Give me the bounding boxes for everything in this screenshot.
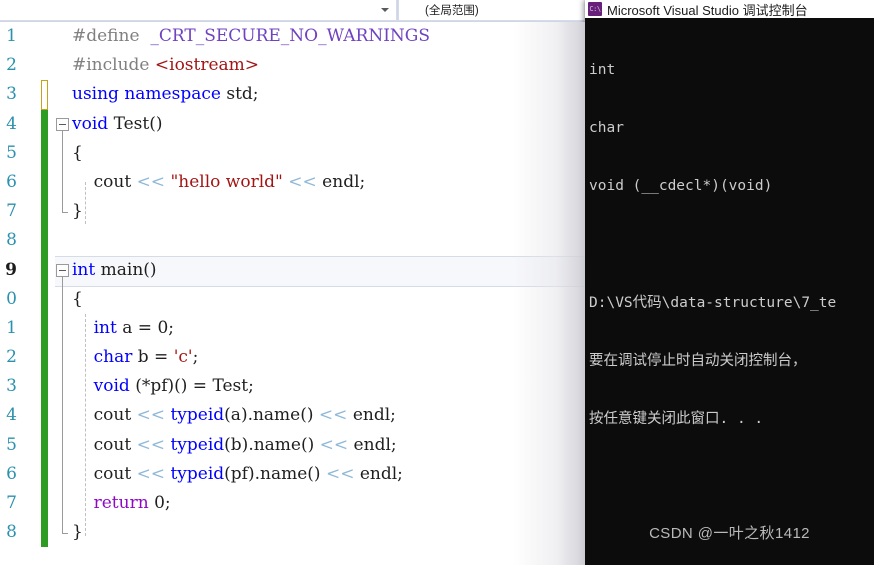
- console-output-line: void (__cdecl*)(void): [589, 178, 773, 195]
- change-track-saved: [41, 197, 48, 227]
- change-track-saved: [41, 284, 48, 314]
- code-line[interactable]: 4 void Test(): [0, 109, 585, 139]
- line-number: 3: [6, 84, 17, 105]
- collapse-outline-icon[interactable]: [56, 263, 69, 277]
- line-number: 8: [6, 522, 17, 543]
- line-number: 6: [6, 463, 17, 484]
- code-line[interactable]: 8: [0, 226, 585, 256]
- code-line[interactable]: 3 void (*pf)() = Test;: [0, 372, 585, 402]
- code-line[interactable]: 3 using namespace std;: [0, 80, 585, 110]
- editor-navigation-bar: (全局范围): [0, 0, 585, 22]
- code-editor-pane: (全局范围) 1 #define _CRT_SECURE_NO_WARNINGS: [0, 0, 585, 565]
- editor-text-area[interactable]: 1 #define _CRT_SECURE_NO_WARNINGS 2 #inc…: [0, 22, 585, 565]
- change-track-saved: [41, 138, 48, 168]
- code-line-current[interactable]: 9 int main(): [0, 255, 585, 285]
- change-track-saved: [41, 518, 48, 548]
- code-line[interactable]: 7 return 0;: [0, 489, 585, 519]
- line-number: 1: [6, 26, 17, 46]
- console-output-line: 要在调试停止时自动关闭控制台，: [589, 352, 807, 369]
- change-track-saved: [41, 401, 48, 431]
- collapse-outline-icon[interactable]: [56, 117, 69, 131]
- line-number: 4: [6, 405, 17, 426]
- code-line[interactable]: 4 cout << typeid(a).name() << endl;: [0, 401, 585, 431]
- line-number: 0: [6, 288, 17, 309]
- line-number: 7: [6, 493, 17, 513]
- code-line[interactable]: 8 }: [0, 518, 585, 548]
- change-track-saved: [41, 313, 48, 344]
- console-output-line: char: [589, 120, 624, 137]
- code-line[interactable]: 0 {: [0, 284, 585, 314]
- member-scope-dropdown[interactable]: [0, 0, 397, 21]
- change-track-saved: [41, 167, 48, 198]
- change-track-saved: [41, 372, 48, 402]
- screen: (全局范围) 1 #define _CRT_SECURE_NO_WARNINGS: [0, 0, 874, 565]
- line-number: 6: [6, 171, 17, 192]
- code-line[interactable]: 6 cout << typeid(pf).name() << endl;: [0, 459, 585, 489]
- change-track-saved: [41, 430, 48, 460]
- line-number: 5: [6, 142, 17, 163]
- change-track-saved: [41, 489, 48, 519]
- code-line[interactable]: 5 {: [0, 138, 585, 168]
- command-prompt-icon: C:\: [588, 2, 602, 16]
- code-line[interactable]: 1 #define _CRT_SECURE_NO_WARNINGS: [0, 22, 585, 51]
- line-number: 4: [6, 113, 17, 134]
- code-line[interactable]: 2 #include <iostream>: [0, 51, 585, 80]
- line-number: 1: [6, 317, 17, 338]
- code-line[interactable]: 5 cout << typeid(b).name() << endl;: [0, 430, 585, 460]
- console-output[interactable]: int char void (__cdecl*)(void) D:\VS代码\d…: [585, 18, 874, 565]
- line-number: 2: [6, 55, 17, 76]
- code-line[interactable]: 7 }: [0, 197, 585, 227]
- line-number: 7: [6, 201, 17, 222]
- line-number: 3: [6, 376, 17, 397]
- change-track-saved: [41, 109, 48, 139]
- change-track-saved: [41, 459, 48, 489]
- line-number: 8: [6, 230, 17, 251]
- debug-console-window[interactable]: C:\ Microsoft Visual Studio 调试控制台 int ch…: [585, 0, 874, 565]
- console-output-line: int: [589, 61, 616, 78]
- console-title-text: Microsoft Visual Studio 调试控制台: [607, 2, 808, 18]
- change-track-saved: [41, 255, 48, 285]
- line-number: 2: [6, 347, 17, 368]
- global-scope-value: (全局范围): [425, 5, 479, 17]
- csdn-watermark: CSDN @一叶之秋1412: [649, 525, 810, 542]
- console-output-line: 按任意键关闭此窗口. . .: [589, 411, 764, 428]
- console-title-bar[interactable]: C:\ Microsoft Visual Studio 调试控制台: [585, 0, 874, 18]
- global-scope-dropdown[interactable]: (全局范围): [398, 0, 584, 21]
- change-track-saved: [41, 343, 48, 373]
- code-line[interactable]: 2 char b = 'c';: [0, 343, 585, 373]
- code-line[interactable]: 1 int a = 0;: [0, 313, 585, 344]
- code-line[interactable]: 6 cout << "hello world" << endl;: [0, 167, 585, 198]
- console-output-line: D:\VS代码\data-structure\7_te: [589, 294, 837, 311]
- line-number: 5: [6, 434, 17, 455]
- line-number-current: 9: [5, 259, 17, 280]
- change-track-saved: [41, 226, 48, 256]
- change-track-unsaved: [41, 80, 48, 110]
- chevron-down-icon[interactable]: [381, 8, 389, 12]
